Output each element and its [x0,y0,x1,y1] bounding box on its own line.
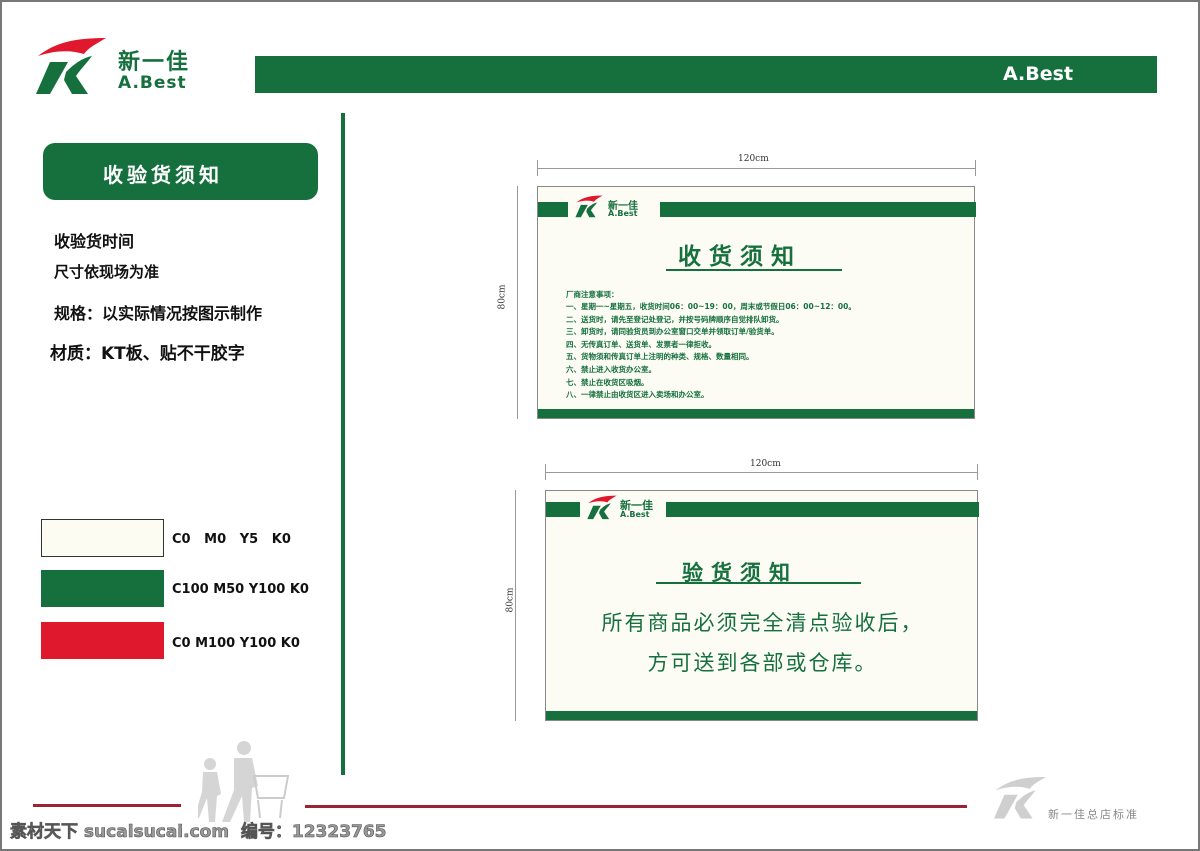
swatch-red [41,622,164,659]
sign2-line-2: 方可送到各部或仓库。 [647,651,878,675]
sign2-width-line [545,472,978,473]
brand-name-en: A.Best [118,73,187,93]
footer-rule-right [305,805,967,808]
sign-top-bar-left [538,202,568,217]
spec-time: 收验货时间 [54,232,135,251]
notice-heading: 厂商注意事项： [566,290,619,299]
spec-size: 尺寸依现场为准 [54,263,160,281]
sign-logo [575,195,603,218]
tick [545,464,546,480]
notice-item: 三、卸货时，请同验货员到办公室窗口交单并领取订单/验货单。 [566,327,779,337]
footer-rule-left [33,804,181,807]
tick [977,464,978,480]
receiving-notice-sign: 新一佳 A.Best 收货须知 厂商注意事项： 一、星期一~星期五，收货时间06… [537,186,976,419]
notice-item: 一、星期一~星期五，收货时间06：00~19：00，周末或节假日06：00~12… [566,302,856,311]
tick [537,160,538,176]
sign1-width-line [537,168,975,169]
watermark-text: 素材天下 sucaisucai.com 编号：12323765 [10,822,387,843]
brand-name-cn: 新一佳 [118,50,191,75]
notice-item: 六、禁止进入收货办公室。 [566,364,656,374]
section-title-box: 收验货须知 [43,143,318,200]
sign1-width-label: 120cm [738,154,769,164]
brand-logo [36,34,106,96]
inspection-notice-sign: 新一佳 A.Best 验货须知 所有商品必须完全清点验收后， 方可送到各部或仓库… [545,490,979,721]
swatch-green [41,570,164,607]
banner-text: A.Best [1003,63,1074,85]
vertical-divider [341,113,345,775]
spec-material: 材质：KT板、贴不干胶字 [50,344,245,364]
sign-top-bar [660,202,976,217]
swatch-green-label: C100 M50 Y100 K0 [172,582,309,597]
sign1-height-label: 80cm [497,284,508,310]
notice-item: 二、送货时，请先至登记处登记，并按号码牌顺序自觉排队卸货。 [566,314,784,324]
title-underline [656,582,861,584]
notice-item: 七、禁止在收货区吸烟。 [566,377,649,387]
sign-logo [587,495,617,520]
sign1-height-line [517,186,518,419]
notice-item: 四、无传真订单、送货单、发票者一律拒收。 [566,339,716,349]
sign-top-bar-left [546,502,580,517]
footer-logo-gray [994,776,1046,819]
sign2-line-1: 所有商品必须完全清点验收后， [601,611,924,635]
spec-format: 规格：以实际情况按图示制作 [54,304,263,323]
sign1-title: 收货须知 [678,244,802,270]
sign2-width-label: 120cm [750,459,781,469]
header-banner: A.Best [255,56,1157,93]
page-frame [0,0,1200,851]
title-underline [666,269,842,271]
section-title: 收验货须知 [103,163,223,187]
footer-standard-label: 新一佳总店标准 [1048,808,1139,821]
sign-bottom-bar [546,711,977,720]
sign-brand-en: A.Best [620,510,650,519]
swatch-cream-label: C0 M0 Y5 K0 [172,532,291,547]
sign-bottom-bar [538,409,974,418]
notice-item: 八、一律禁止由收货区进入卖场和办公室。 [566,390,709,400]
swatch-red-label: C0 M100 Y100 K0 [172,636,300,651]
sign-brand-en: A.Best [608,209,638,218]
sign2-height-label: 80cm [505,587,516,613]
tick [975,160,976,176]
swatch-cream [41,519,164,557]
notice-item: 五、货物须和传真订单上注明的种类、规格、数量相同。 [566,352,754,362]
sign-top-bar [666,502,979,517]
